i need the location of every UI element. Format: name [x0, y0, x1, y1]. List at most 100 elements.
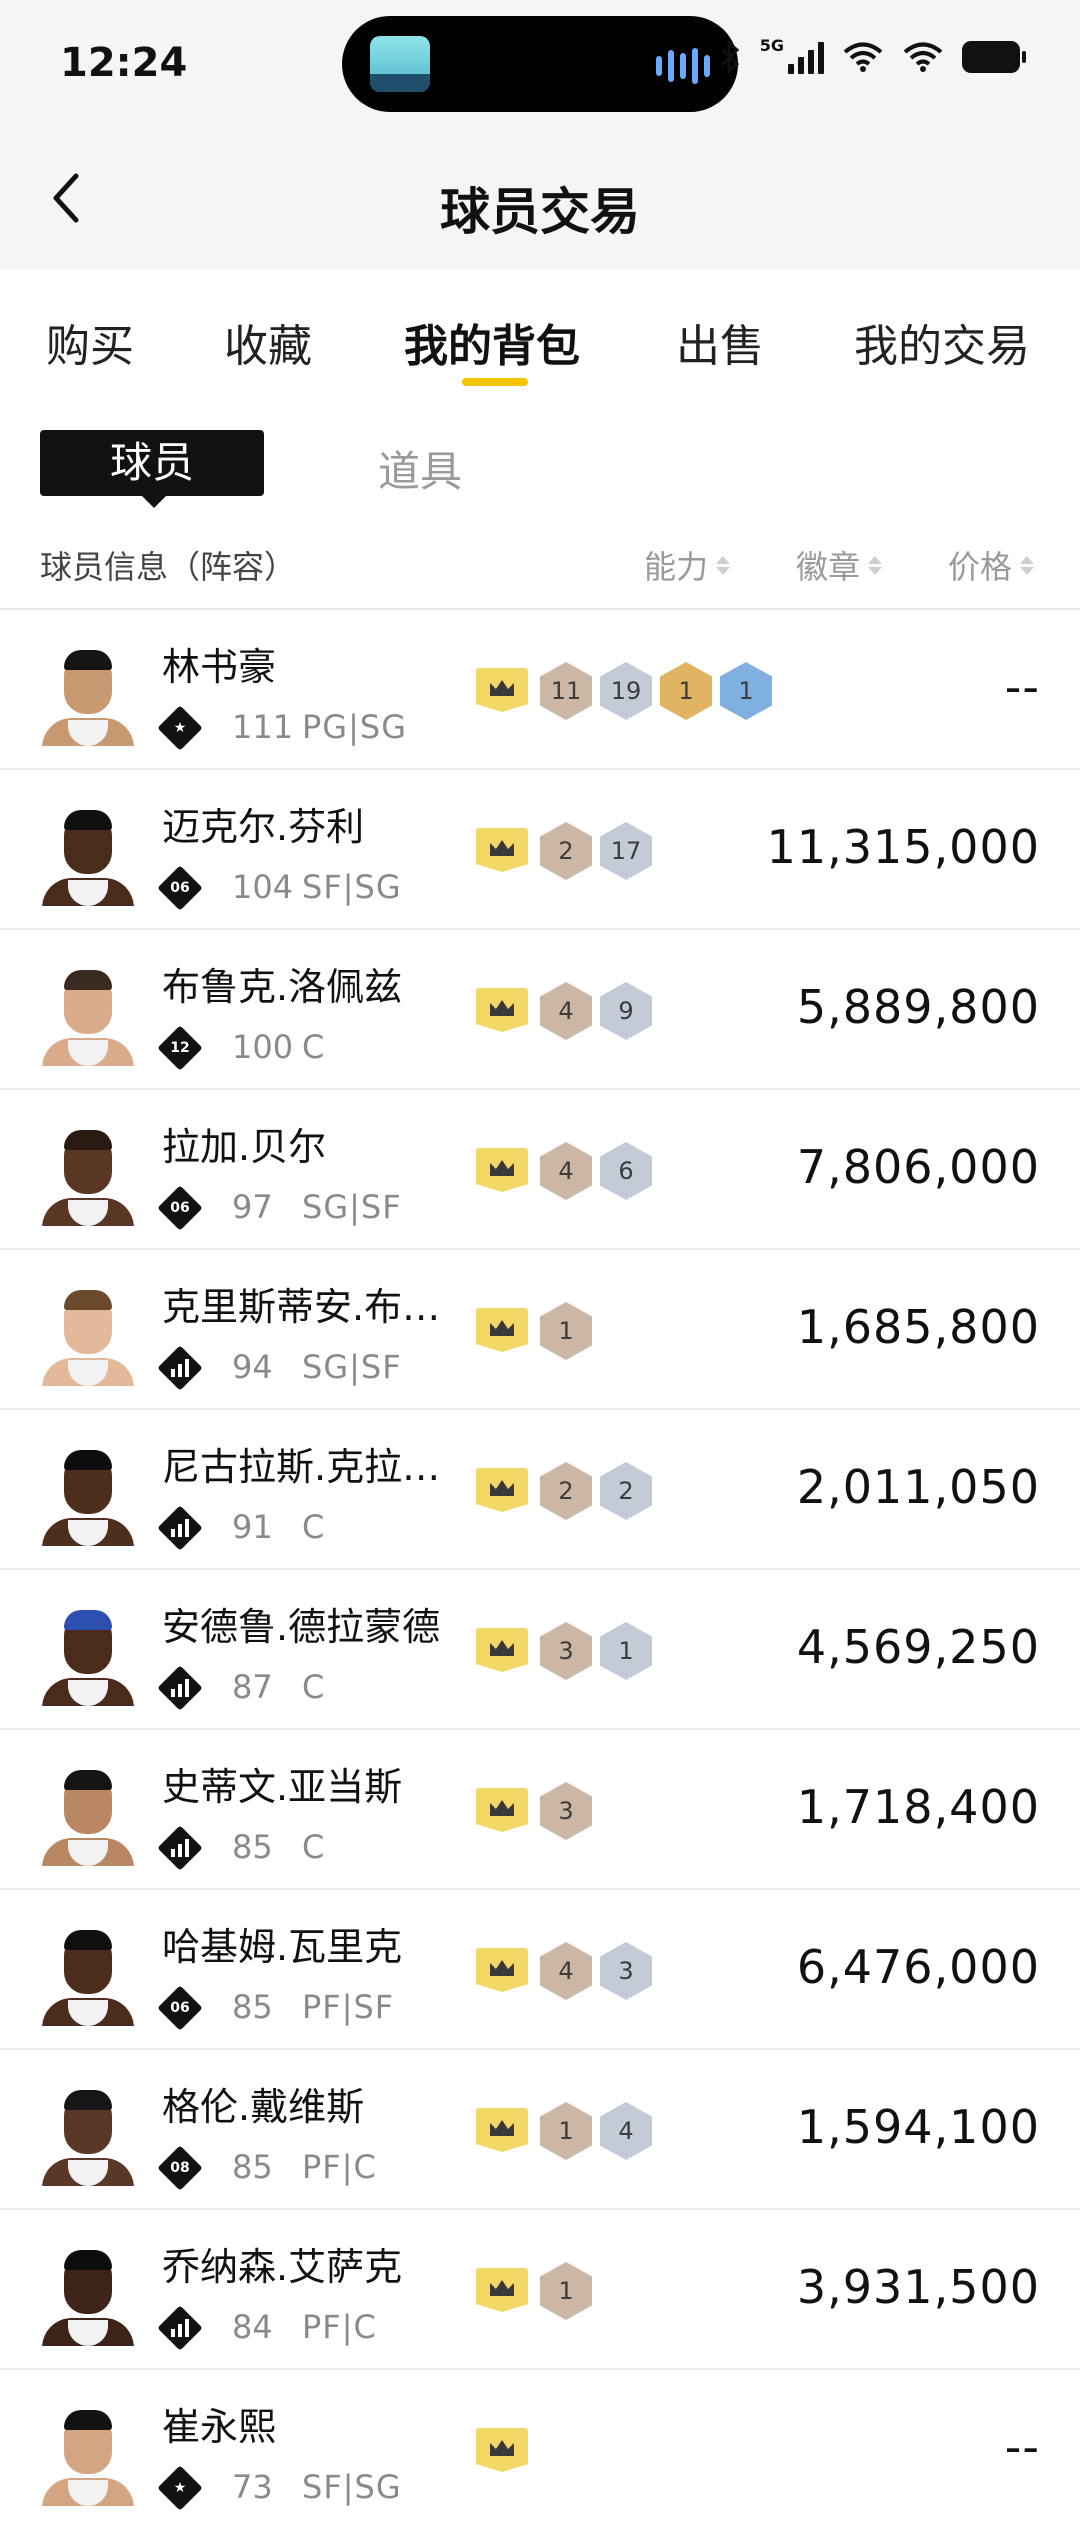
wifi-icon [843, 42, 883, 72]
player-avatar [40, 1286, 136, 1386]
sort-ability-label: 能力 [644, 548, 709, 586]
sort-arrows-icon [868, 555, 883, 575]
rank-bars-icon [171, 2319, 189, 2337]
badge-bronze: 1 [540, 1302, 592, 1360]
player-position: PF|C [302, 2148, 377, 2186]
player-rating: 85 [232, 1988, 273, 2026]
player-price: 2,011,050 [796, 1460, 1040, 1514]
player-row[interactable]: 史蒂文.亚当斯 85 C 3 1,718,400 [0, 1730, 1080, 1890]
main-tabs: 购买 收藏 我的背包 出售 我的交易 [0, 270, 1080, 390]
player-position: PF|C [302, 2308, 377, 2346]
player-price: 6,476,000 [796, 1940, 1040, 1994]
player-price: 1,685,800 [796, 1300, 1040, 1354]
player-position: PG|SG [302, 708, 407, 746]
player-position: C [302, 1508, 326, 1546]
battery-icon [962, 41, 1026, 73]
player-row[interactable]: 乔纳森.艾萨克 84 PF|C 1 3,931,500 [0, 2210, 1080, 2370]
player-position: C [302, 1668, 326, 1706]
status-time: 12:24 [60, 40, 188, 86]
rank-label: 06 [170, 1200, 190, 1216]
player-name: 布鲁克.洛佩兹 [162, 965, 403, 1009]
player-rating: 73 [232, 2468, 273, 2506]
crown-icon [476, 2108, 528, 2152]
sort-price-label: 价格 [948, 548, 1013, 586]
player-name: 迈克尔.芬利 [162, 805, 365, 849]
tab-sell[interactable]: 出售 [676, 310, 764, 374]
badge-bronze: 4 [540, 982, 592, 1040]
lineup-rank-badge: 06 [157, 1985, 203, 2031]
player-row[interactable]: 拉加.贝尔 06 97 SG|SF 46 7,806,000 [0, 1090, 1080, 1250]
badge-silver: 4 [600, 2102, 652, 2160]
rank-bars-icon [171, 1839, 189, 1857]
player-position: SG|SF [302, 1188, 402, 1226]
subtab-items[interactable]: 道具 [378, 438, 462, 499]
bluetooth-icon [720, 40, 739, 74]
page-title: 球员交易 [440, 183, 640, 241]
sort-arrows-icon [716, 555, 731, 575]
player-rating: 91 [232, 1508, 273, 1546]
status-bar: 12:24 5G [0, 0, 1080, 130]
player-price: 1,594,100 [796, 2100, 1040, 2154]
sort-ability[interactable]: 能力 [644, 542, 731, 588]
crown-icon [476, 1788, 528, 1832]
player-position: SF|SG [302, 868, 402, 906]
crown-icon [476, 988, 528, 1032]
sort-badges[interactable]: 徽章 [796, 542, 883, 588]
subtab-players[interactable]: 球员 [40, 430, 264, 508]
lineup-rank-badge: ★ [157, 705, 203, 751]
player-row[interactable]: 尼古拉斯.克拉… 91 C 22 2,011,050 [0, 1410, 1080, 1570]
player-row[interactable]: 崔永熙 ★ 73 SF|SG -- [0, 2370, 1080, 2528]
badge-bronze: 1 [540, 2262, 592, 2320]
lineup-rank-badge: 06 [157, 1185, 203, 1231]
player-position: PF|SF [302, 1988, 395, 2026]
badge-bronze: 2 [540, 822, 592, 880]
player-avatar [40, 2246, 136, 2346]
tab-favorites[interactable]: 收藏 [224, 310, 312, 374]
rank-bars-icon [171, 1679, 189, 1697]
tab-my-trades[interactable]: 我的交易 [854, 310, 1030, 374]
badge-bronze: 1 [540, 2102, 592, 2160]
cellular-signal-icon [788, 40, 824, 74]
badge-gold: 1 [660, 662, 712, 720]
player-row[interactable]: 林书豪 ★ 111 PG|SG 11 19 1 1 -- [0, 610, 1080, 770]
player-avatar [40, 2086, 136, 2186]
badge-silver: 1 [600, 1622, 652, 1680]
player-rating: 104 [232, 868, 294, 906]
tab-buy[interactable]: 购买 [46, 310, 134, 374]
active-tab-indicator [462, 378, 528, 386]
player-row[interactable]: 安德鲁.德拉蒙德 87 C 31 4,569,250 [0, 1570, 1080, 1730]
badge-silver: 3 [600, 1942, 652, 2000]
lineup-rank-badge [157, 1345, 203, 1391]
player-name: 格伦.戴维斯 [162, 2085, 365, 2129]
player-row[interactable]: 布鲁克.洛佩兹 12 100 C 49 5,889,800 [0, 930, 1080, 1090]
player-position: SF|SG [302, 2468, 402, 2506]
crown-icon [476, 1148, 528, 1192]
badge-bronze: 4 [540, 1142, 592, 1200]
player-avatar [40, 1926, 136, 2026]
wifi-icon-secondary [903, 42, 943, 72]
crown-icon [476, 828, 528, 872]
player-row[interactable]: 哈基姆.瓦里克 06 85 PF|SF 43 6,476,000 [0, 1890, 1080, 2050]
crown-icon [476, 1628, 528, 1672]
player-row[interactable]: 克里斯蒂安.布… 94 SG|SF 1 1,685,800 [0, 1250, 1080, 1410]
player-name: 克里斯蒂安.布… [162, 1285, 441, 1329]
dynamic-island[interactable] [342, 16, 738, 112]
player-position: C [302, 1828, 326, 1866]
sort-price[interactable]: 价格 [948, 542, 1035, 588]
player-position: C [302, 1028, 326, 1066]
player-name: 乔纳森.艾萨克 [162, 2245, 403, 2289]
status-icons: 5G [718, 36, 1026, 74]
player-row[interactable]: 格伦.戴维斯 08 85 PF|C 14 1,594,100 [0, 2050, 1080, 2210]
network-type-label: 5G [759, 35, 784, 55]
rank-label: ★ [173, 720, 187, 736]
player-row[interactable]: 迈克尔.芬利 06 104 SF|SG 2 17 11,315,000 [0, 770, 1080, 930]
page-header: 球员交易 [0, 130, 1080, 270]
crown-icon [476, 1948, 528, 1992]
player-avatar [40, 1126, 136, 1226]
player-rating: 85 [232, 2148, 273, 2186]
player-name: 哈基姆.瓦里克 [162, 1925, 403, 1969]
player-price: 5,889,800 [796, 980, 1040, 1034]
badge-bronze: 2 [540, 1462, 592, 1520]
player-price: 11,315,000 [766, 820, 1040, 874]
tab-my-backpack[interactable]: 我的背包 [404, 310, 580, 374]
